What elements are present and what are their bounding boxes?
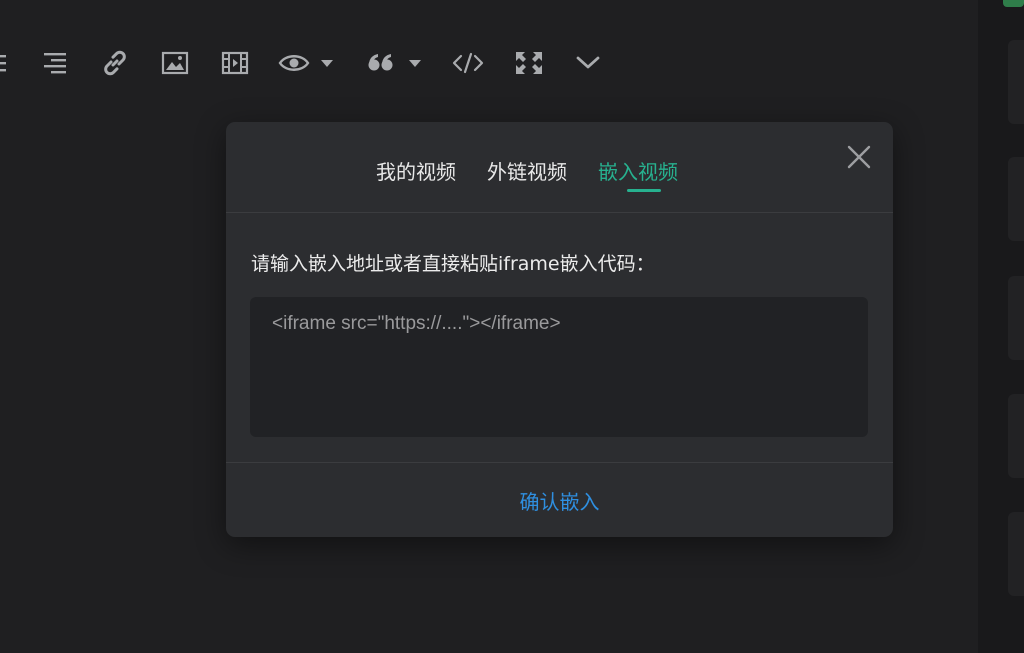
dialog-tabs: 我的视频 外链视频 嵌入视频 (226, 122, 893, 213)
tab-external-video[interactable]: 外链视频 (487, 158, 567, 186)
eye-icon (278, 55, 310, 71)
quote-dropdown[interactable] (366, 40, 426, 86)
embed-video-dialog: 我的视频 外链视频 嵌入视频 请输入嵌入地址或者直接粘贴iframe嵌入代码： … (226, 122, 893, 537)
caret-down-icon (321, 60, 333, 67)
caret-down-icon (409, 60, 421, 67)
sidebar-card[interactable] (1008, 157, 1024, 241)
tab-my-videos[interactable]: 我的视频 (376, 158, 456, 186)
status-indicator (1003, 0, 1024, 7)
code-icon[interactable] (451, 40, 485, 86)
link-icon[interactable] (99, 40, 131, 86)
confirm-embed-button[interactable]: 确认嵌入 (226, 463, 893, 538)
list-icon[interactable] (0, 40, 12, 86)
close-button[interactable] (844, 142, 874, 172)
embed-prompt: 请输入嵌入地址或者直接粘贴iframe嵌入代码： (251, 253, 655, 275)
sidebar-card[interactable] (1008, 512, 1024, 596)
sidebar-card[interactable] (1008, 276, 1024, 360)
sidebar-card[interactable] (1008, 394, 1024, 478)
preview-dropdown[interactable] (278, 40, 338, 86)
image-icon[interactable] (159, 40, 191, 86)
embed-code-input[interactable] (250, 297, 868, 437)
close-icon (847, 145, 871, 169)
align-right-icon[interactable] (40, 40, 70, 86)
sidebar-card[interactable] (1008, 40, 1024, 124)
editor-toolbar (0, 40, 640, 86)
editor-page: 我的视频 外链视频 嵌入视频 请输入嵌入地址或者直接粘贴iframe嵌入代码： … (0, 0, 1024, 653)
quote-icon (368, 54, 393, 71)
video-icon[interactable] (219, 40, 251, 86)
dialog-footer: 确认嵌入 (226, 462, 893, 538)
fullscreen-icon[interactable] (512, 40, 546, 86)
active-tab-indicator (627, 189, 661, 192)
chevron-down-icon[interactable] (573, 40, 603, 86)
tab-embed-video[interactable]: 嵌入视频 (598, 158, 678, 186)
